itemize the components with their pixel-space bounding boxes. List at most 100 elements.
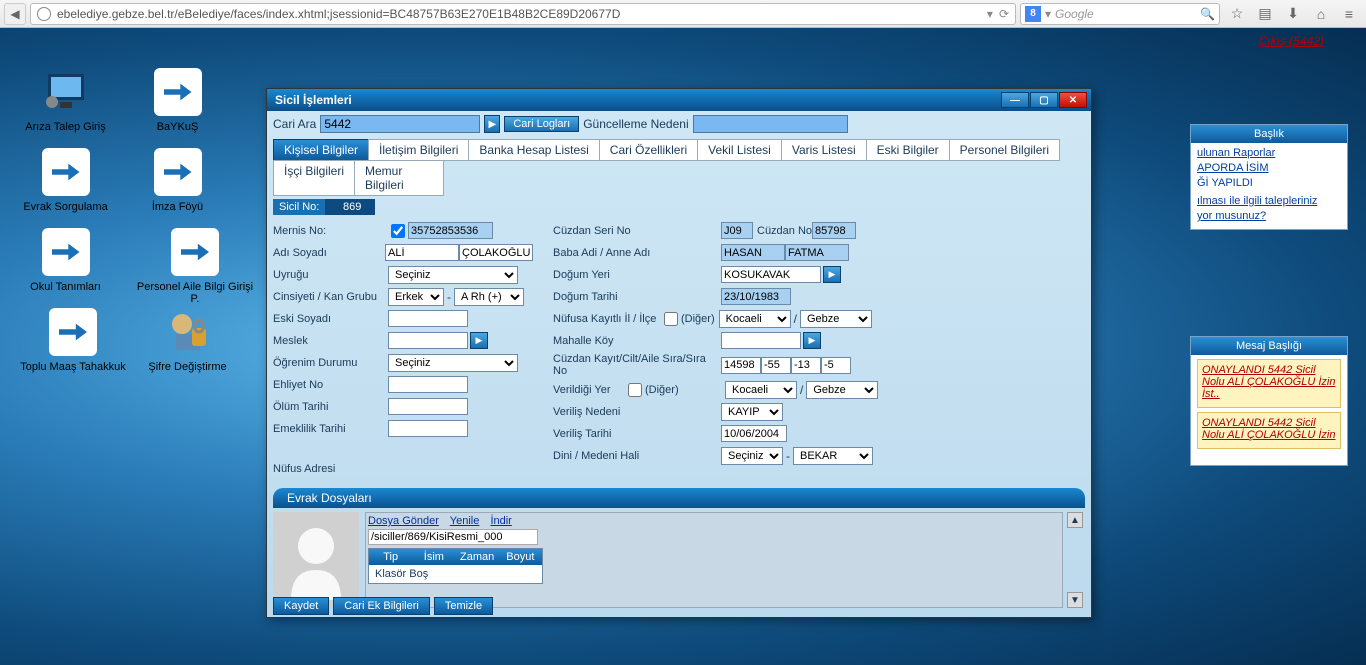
baslik-link-5[interactable]: yor musunuz? bbox=[1197, 210, 1341, 222]
mernis-checkbox[interactable] bbox=[391, 224, 405, 238]
nufusa-ilce-select[interactable]: Gebze bbox=[800, 310, 872, 328]
kan-select[interactable]: A Rh (+) bbox=[454, 288, 524, 306]
desktop-icon-baykus[interactable]: BaYKuŞ bbox=[130, 68, 225, 134]
nufusa-il-select[interactable]: Kocaeli bbox=[719, 310, 791, 328]
home-icon[interactable]: ⌂ bbox=[1308, 3, 1334, 25]
verildigi-ilce-select[interactable]: Gebze bbox=[806, 381, 878, 399]
cuzdan-seri-input[interactable] bbox=[721, 222, 753, 239]
cuzdan-no-input[interactable] bbox=[812, 222, 856, 239]
dini-label: Dini / Medeni Hali bbox=[553, 450, 721, 462]
file-path-input[interactable] bbox=[368, 529, 538, 545]
close-button[interactable]: ✕ bbox=[1059, 92, 1087, 108]
medeni-select[interactable]: BEKAR bbox=[793, 447, 873, 465]
file-scroll-down[interactable]: ▼ bbox=[1067, 592, 1083, 608]
desktop-icon-sifre[interactable]: Şifre Değiştirme bbox=[140, 308, 235, 374]
uyruk-select[interactable]: Seçiniz bbox=[388, 266, 518, 284]
verilis-tarih-input[interactable] bbox=[721, 425, 787, 442]
logout-link[interactable]: Çıkış (5442) bbox=[1259, 34, 1324, 48]
desktop-icon-imza[interactable]: İmza Föyü bbox=[130, 148, 225, 214]
dialog-titlebar[interactable]: Sicil İşlemleri — ▢ ✕ bbox=[267, 89, 1091, 111]
dogum-tarihi-input[interactable] bbox=[721, 288, 791, 305]
dogum-yeri-lookup-button[interactable] bbox=[823, 266, 841, 283]
url-bar[interactable]: ebelediye.gebze.bel.tr/eBelediye/faces/i… bbox=[30, 3, 1016, 25]
tab-varis[interactable]: Varis Listesi bbox=[781, 139, 867, 161]
ogrenim-select[interactable]: Seçiniz bbox=[388, 354, 518, 372]
file-scroll-up[interactable]: ▲ bbox=[1067, 512, 1083, 528]
mernis-input[interactable] bbox=[408, 222, 493, 239]
ck3-input[interactable] bbox=[791, 357, 821, 374]
baba-input[interactable] bbox=[721, 244, 785, 261]
back-button[interactable]: ◀ bbox=[4, 3, 26, 25]
desktop: Çıkış (5442) Arıza Talep Giriş BaYKuŞ Ev… bbox=[0, 28, 1366, 665]
tab-banka[interactable]: Banka Hesap Listesi bbox=[468, 139, 599, 161]
cari-input[interactable] bbox=[320, 115, 480, 133]
yenile-link[interactable]: Yenile bbox=[450, 515, 480, 527]
anne-input[interactable] bbox=[785, 244, 849, 261]
tab-personel[interactable]: Personel Bilgileri bbox=[949, 139, 1060, 161]
desktop-icon-personel-aile[interactable]: Personel Aile Bilgi Girişi P. bbox=[130, 228, 260, 306]
minimize-button[interactable]: — bbox=[1001, 92, 1029, 108]
mahalle-input[interactable] bbox=[721, 332, 801, 349]
cinsiyet-select[interactable]: Erkek bbox=[388, 288, 444, 306]
maximize-button[interactable]: ▢ bbox=[1030, 92, 1058, 108]
bookmark-list-icon[interactable]: ▤ bbox=[1252, 3, 1278, 25]
dogum-tarihi-label: Doğum Tarihi bbox=[553, 291, 721, 303]
tab-memur[interactable]: Memur Bilgileri bbox=[354, 160, 444, 196]
tab-eski[interactable]: Eski Bilgiler bbox=[866, 139, 950, 161]
cari-loglari-button[interactable]: Cari Logları bbox=[504, 116, 579, 132]
emeklilik-input[interactable] bbox=[388, 420, 468, 437]
meslek-input[interactable] bbox=[388, 332, 468, 349]
indir-link[interactable]: İndir bbox=[490, 515, 511, 527]
tab-kisisel[interactable]: Kişisel Bilgiler bbox=[273, 139, 369, 161]
tab-cari-oz[interactable]: Cari Özellikleri bbox=[599, 139, 698, 161]
mesaj-item-2: ONAYLANDI 5442 Sicil Nolu ALİ ÇOLAKOĞLU … bbox=[1197, 412, 1341, 449]
olum-input[interactable] bbox=[388, 398, 468, 415]
desktop-icon-toplu-maas[interactable]: Toplu Maaş Tahakkuk bbox=[18, 308, 128, 374]
desktop-icon-ariza[interactable]: Arıza Talep Giriş bbox=[18, 68, 113, 134]
temizle-button[interactable]: Temizle bbox=[434, 597, 493, 615]
dini-select[interactable]: Seçiniz bbox=[721, 447, 783, 465]
mahalle-label: Mahalle Köy bbox=[553, 335, 721, 347]
mahalle-lookup-button[interactable] bbox=[803, 332, 821, 349]
ck1-input[interactable] bbox=[721, 357, 761, 374]
panel-mesaj-header: Mesaj Başlığı bbox=[1191, 337, 1347, 355]
cari-ek-button[interactable]: Cari Ek Bilgileri bbox=[333, 597, 430, 615]
tab-vekil[interactable]: Vekil Listesi bbox=[697, 139, 782, 161]
reload-icon[interactable]: ⟳ bbox=[999, 7, 1009, 21]
verilis-neden-select[interactable]: KAYIP bbox=[721, 403, 783, 421]
nufusa-diger-checkbox[interactable] bbox=[664, 312, 678, 326]
ehliyet-input[interactable] bbox=[388, 376, 468, 393]
dogum-yeri-input[interactable] bbox=[721, 266, 821, 283]
mesaj-link-2[interactable]: ONAYLANDI 5442 Sicil Nolu ALİ ÇOLAKOĞLU … bbox=[1202, 417, 1336, 441]
mesaj-link-1[interactable]: ONAYLANDI 5442 Sicil Nolu ALİ ÇOLAKOĞLU … bbox=[1202, 364, 1336, 400]
desktop-icon-okul[interactable]: Okul Tanımları bbox=[18, 228, 113, 294]
search-icon[interactable]: 🔍 bbox=[1200, 7, 1215, 21]
baslik-link-2[interactable]: APORDA İSİM bbox=[1197, 162, 1341, 174]
ad-input[interactable] bbox=[385, 244, 459, 261]
browser-search-box[interactable]: 8 ▾ Google 🔍 bbox=[1020, 3, 1220, 25]
tab-iletisim[interactable]: İletişim Bilgileri bbox=[368, 139, 469, 161]
kaydet-button[interactable]: Kaydet bbox=[273, 597, 329, 615]
download-icon[interactable]: ⬇ bbox=[1280, 3, 1306, 25]
verildigi-diger-checkbox[interactable] bbox=[628, 383, 642, 397]
baslik-link-1[interactable]: ulunan Raporlar bbox=[1197, 147, 1341, 159]
desktop-icon-evrak[interactable]: Evrak Sorgulama bbox=[18, 148, 113, 214]
ck2-input[interactable] bbox=[761, 357, 791, 374]
baslik-link-4[interactable]: ılması ile ilgili talepleriniz bbox=[1197, 195, 1341, 207]
star-icon[interactable]: ☆ bbox=[1224, 3, 1250, 25]
dropdown-icon[interactable]: ▾ bbox=[987, 7, 993, 21]
ck4-input[interactable] bbox=[821, 357, 851, 374]
sicil-no-label: Sicil No: bbox=[273, 199, 325, 215]
tab-isci[interactable]: İşçi Bilgileri bbox=[273, 160, 355, 196]
cari-go-button[interactable]: ▶ bbox=[484, 115, 500, 133]
eski-soyad-input[interactable] bbox=[388, 310, 468, 327]
verildigi-il-select[interactable]: Kocaeli bbox=[725, 381, 797, 399]
soyad-input[interactable] bbox=[459, 244, 533, 261]
dosya-gonder-link[interactable]: Dosya Gönder bbox=[368, 515, 439, 527]
sicil-no-row: Sicil No: 869 bbox=[273, 199, 1085, 215]
menu-icon[interactable]: ≡ bbox=[1336, 3, 1362, 25]
guncelleme-input[interactable] bbox=[693, 115, 848, 133]
globe-icon bbox=[37, 7, 51, 21]
meslek-lookup-button[interactable] bbox=[470, 332, 488, 349]
file-box: Dosya Gönder Yenile İndir Tip İsim Zaman… bbox=[365, 512, 1063, 608]
